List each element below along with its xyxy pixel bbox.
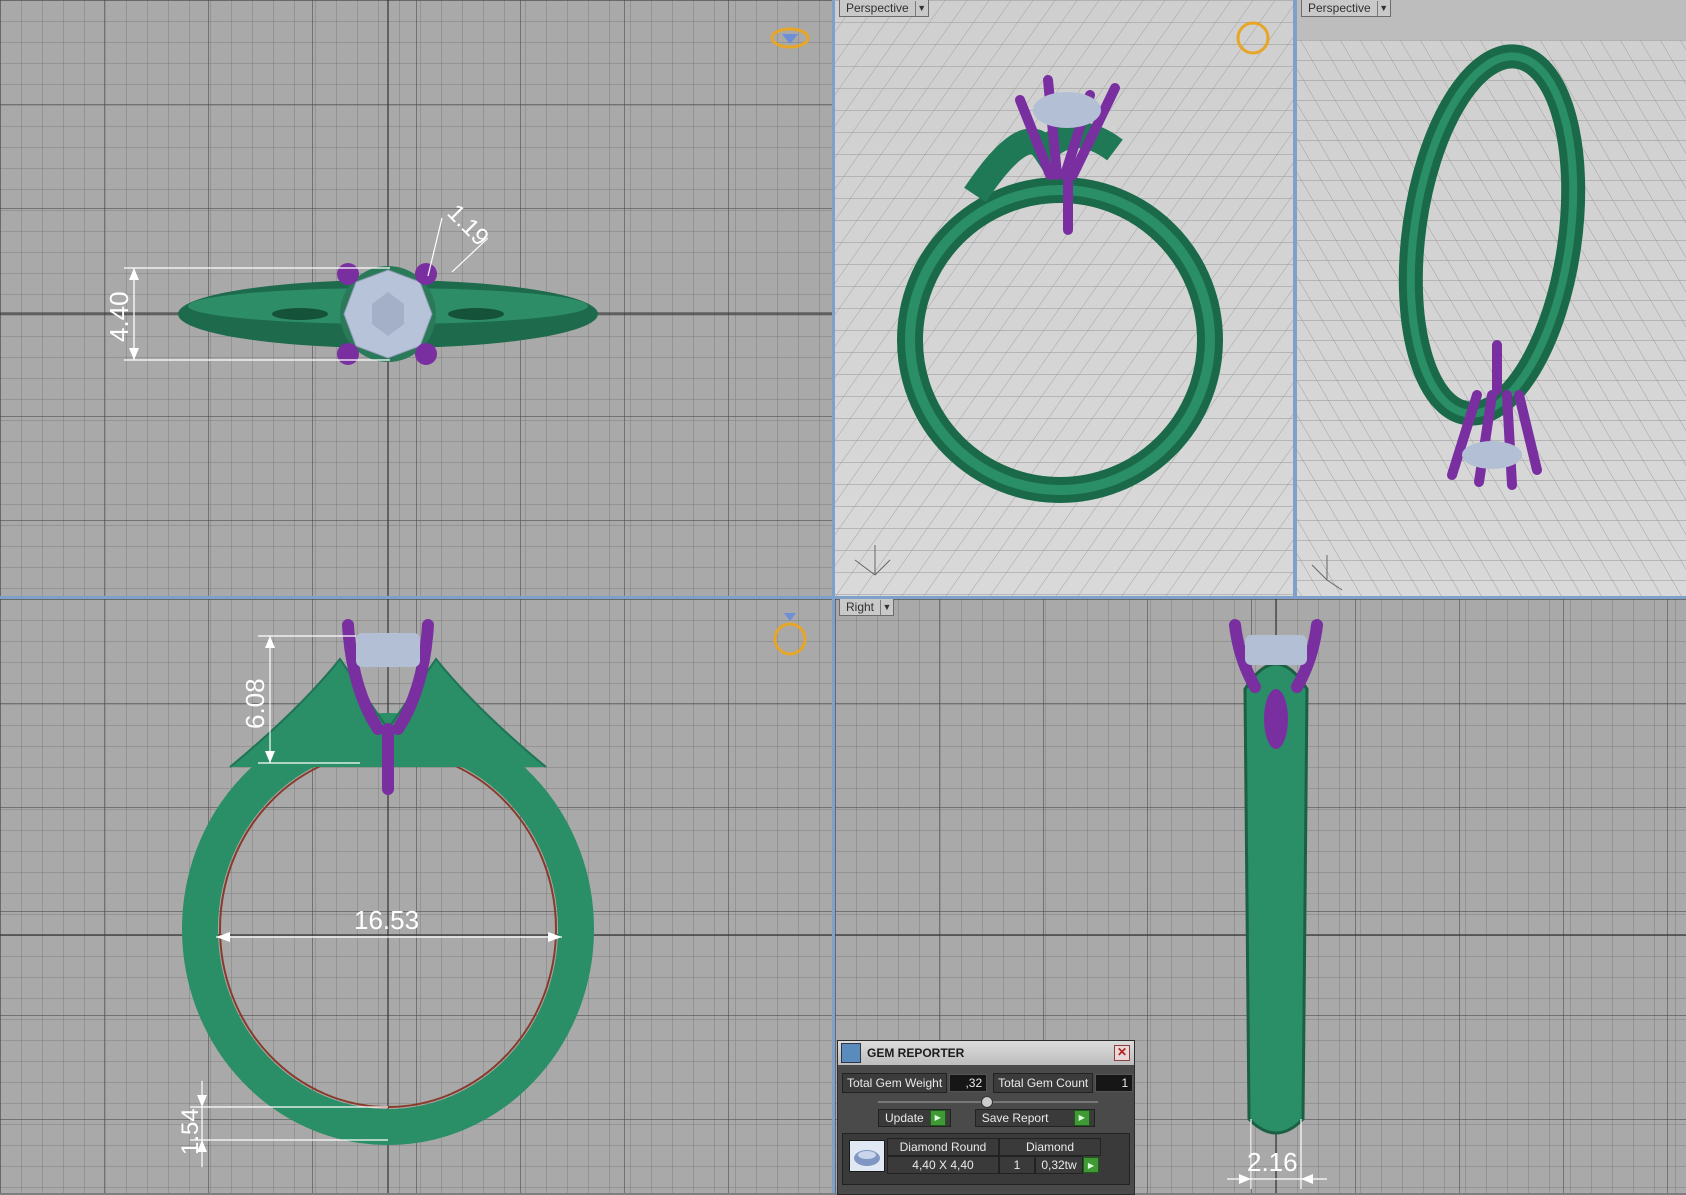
play-arrow-icon[interactable]: ▶: [1083, 1157, 1099, 1173]
total-weight-label: Total Gem Weight: [842, 1073, 948, 1093]
prong: [415, 263, 437, 285]
gem-shape-cell: Diamond Round: [887, 1138, 999, 1156]
dropdown-arrow-icon[interactable]: ▼: [880, 599, 893, 615]
actions-row: Update ▶ Save Report ▶: [878, 1109, 1095, 1127]
gem-reporter-panel[interactable]: GEM REPORTER ✕ Total Gem Weight ,32 Tota…: [837, 1040, 1135, 1195]
dropdown-arrow-icon[interactable]: ▼: [1376, 0, 1390, 16]
viewport-label-perspective-1[interactable]: Perspective ▼: [839, 0, 929, 17]
play-arrow-icon: ▶: [929, 1110, 946, 1126]
update-label: Update: [885, 1111, 924, 1125]
viewport-label-text: Perspective: [846, 1, 909, 15]
dim-band-thickness: 1.54: [177, 1108, 204, 1155]
front-view-canvas: 6.08 16.53 1.54: [0, 599, 832, 1193]
gem-reporter-title: GEM REPORTER: [867, 1046, 965, 1060]
save-report-label: Save Report: [981, 1111, 1049, 1125]
gem-persp: [1033, 92, 1101, 128]
prong: [337, 263, 359, 285]
gem-size-cell: 4,40 X 4,40: [887, 1156, 999, 1174]
close-icon[interactable]: ✕: [1114, 1045, 1130, 1061]
prong: [415, 343, 437, 365]
gem-weight-cell: 0,32tw: [1035, 1156, 1083, 1174]
dim-inner-diameter: 16.53: [354, 905, 419, 935]
gem-reporter-titlebar[interactable]: GEM REPORTER ✕: [838, 1041, 1134, 1065]
viewport-label-text: Right: [846, 600, 875, 614]
diamond-ring-orientation-icon[interactable]: [770, 27, 810, 49]
play-arrow-icon: ▶: [1073, 1110, 1090, 1126]
save-report-button[interactable]: Save Report ▶: [974, 1109, 1095, 1127]
viewport-label-right[interactable]: Right ▼: [839, 599, 895, 616]
viewport-label-perspective-2[interactable]: Perspective ▼: [1301, 0, 1391, 17]
viewport-perspective-1[interactable]: Perspective ▼: [835, 0, 1293, 596]
dropdown-arrow-icon[interactable]: ▼: [914, 0, 928, 16]
top-view-canvas: 4.40 1.19: [0, 0, 832, 596]
gem-thumbnail-icon[interactable]: [849, 1140, 885, 1172]
viewport-perspective-2[interactable]: Perspective ▼: [1297, 0, 1686, 596]
dim-gem-width: 4.40: [104, 291, 134, 342]
gem-side: [1462, 441, 1522, 469]
gem-material-cell: Diamond: [999, 1138, 1101, 1156]
gold-ring-icon[interactable]: [773, 613, 807, 656]
perspective-2-canvas: [1297, 0, 1686, 596]
panel-slider-handle[interactable]: [981, 1096, 993, 1108]
gem-right: [1245, 635, 1307, 665]
gem-table: Diamond Round Diamond 4,40 X 4,40 1 0,32…: [842, 1133, 1130, 1185]
gem-count-cell: 1: [999, 1156, 1035, 1174]
dim-band-width: 2.16: [1247, 1147, 1298, 1177]
total-weight-value[interactable]: ,32: [949, 1074, 988, 1092]
dim-prong: 1.19: [442, 199, 494, 251]
prong: [337, 343, 359, 365]
gem-front: [356, 633, 420, 667]
viewport-splitter[interactable]: [1293, 0, 1297, 596]
total-count-value[interactable]: 1: [1095, 1074, 1134, 1092]
viewport-top[interactable]: 4.40 1.19: [0, 0, 832, 596]
viewport-front[interactable]: 6.08 16.53 1.54: [0, 599, 832, 1193]
viewport-label-text: Perspective: [1308, 1, 1371, 15]
total-count-label: Total Gem Count: [993, 1073, 1094, 1093]
perspective-1-canvas: [835, 0, 1293, 596]
gem-reporter-logo-icon: [841, 1043, 861, 1063]
update-button[interactable]: Update ▶: [878, 1109, 951, 1127]
dim-height: 6.08: [240, 678, 270, 729]
totals-row: Total Gem Weight ,32 Total Gem Count 1: [842, 1073, 1134, 1093]
